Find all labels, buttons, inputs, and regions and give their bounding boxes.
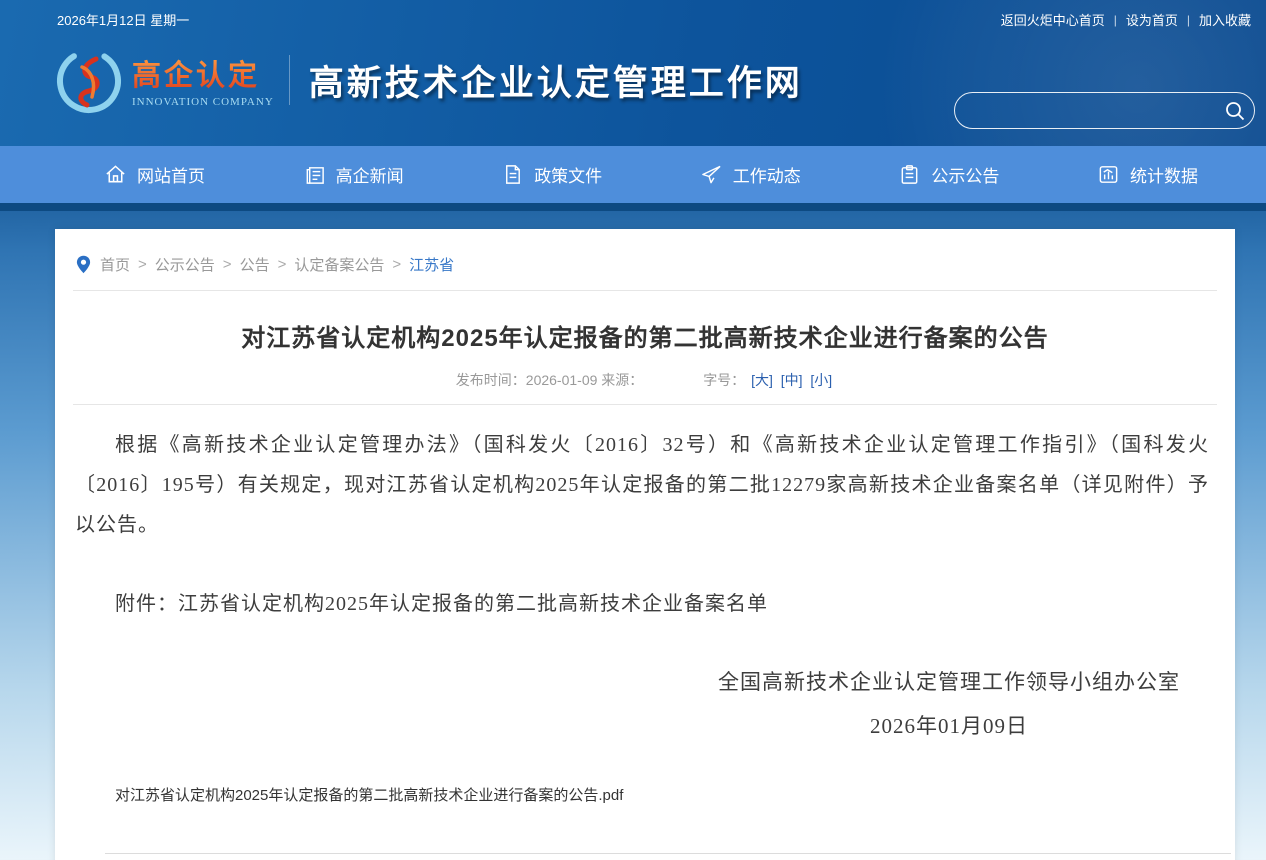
logo-icon bbox=[52, 43, 126, 117]
top-links: 返回火炬中心首页 | 设为首页 | 加入收藏 bbox=[1001, 10, 1251, 29]
home-icon bbox=[104, 163, 127, 186]
attachment-line: 附件：江苏省认定机构2025年认定报备的第二批高新技术企业备案名单 bbox=[75, 587, 1215, 616]
breadcrumb-notices[interactable]: 公告 bbox=[240, 254, 270, 275]
font-size-large-button[interactable]: [大] bbox=[751, 372, 773, 388]
top-bar: 2026年1月12日 星期一 返回火炬中心首页 | 设为首页 | 加入收藏 bbox=[0, 0, 1266, 29]
publish-date: 2026-01-09 bbox=[526, 372, 598, 388]
nav-item-statistics[interactable]: 统计数据 bbox=[1097, 162, 1198, 187]
breadcrumb: 首页 > 公示公告 > 公告 > 认定备案公告 > 江苏省 bbox=[55, 229, 1235, 290]
site-header: 2026年1月12日 星期一 返回火炬中心首页 | 设为首页 | 加入收藏 高企… bbox=[0, 0, 1266, 146]
main-nav: 网站首页 高企新闻 政策文件 工作动态 公示公告 bbox=[0, 146, 1266, 203]
header-main: 高企认定 INNOVATION COMPANY 高新技术企业认定管理工作网 bbox=[0, 29, 1266, 131]
breadcrumb-announcements[interactable]: 公示公告 bbox=[155, 254, 215, 275]
top-link-separator: | bbox=[1114, 13, 1117, 27]
search-icon bbox=[1223, 99, 1247, 123]
nav-item-updates[interactable]: 工作动态 bbox=[700, 162, 801, 187]
logo-text-en: INNOVATION COMPANY bbox=[132, 96, 274, 108]
news-icon bbox=[303, 163, 326, 186]
breadcrumb-separator: > bbox=[278, 256, 287, 273]
nav-item-label: 公示公告 bbox=[931, 162, 999, 187]
breadcrumb-separator: > bbox=[392, 256, 401, 273]
nav-item-label: 政策文件 bbox=[534, 162, 602, 187]
font-size-medium-button[interactable]: [中] bbox=[781, 372, 803, 388]
paper-plane-icon bbox=[700, 163, 723, 186]
nav-item-label: 工作动态 bbox=[733, 162, 801, 187]
location-pin-icon bbox=[76, 255, 91, 275]
signature-office: 全国高新技术企业认定管理工作领导小组办公室 bbox=[718, 666, 1180, 696]
link-torch-home[interactable]: 返回火炬中心首页 bbox=[1001, 10, 1105, 29]
site-title: 高新技术企业认定管理工作网 bbox=[309, 55, 803, 106]
link-set-homepage[interactable]: 设为首页 bbox=[1126, 10, 1178, 29]
publish-time-label: 发布时间： bbox=[456, 372, 526, 388]
meta-divider bbox=[73, 404, 1217, 405]
article-panel: 首页 > 公示公告 > 公告 > 认定备案公告 > 江苏省 对江苏省认定机构20… bbox=[55, 229, 1235, 860]
document-icon bbox=[501, 163, 524, 186]
nav-item-label: 高企新闻 bbox=[336, 162, 404, 187]
logo-texts: 高企认定 INNOVATION COMPANY bbox=[132, 52, 274, 108]
breadcrumb-current-jiangsu[interactable]: 江苏省 bbox=[409, 254, 454, 275]
article-meta: 发布时间：2026-01-09 来源： 字号： [大] [中] [小] bbox=[55, 370, 1235, 390]
current-date: 2026年1月12日 星期一 bbox=[57, 10, 189, 29]
font-size-label: 字号： bbox=[703, 372, 745, 388]
nav-item-home[interactable]: 网站首页 bbox=[104, 162, 205, 187]
search-button[interactable] bbox=[1216, 93, 1254, 128]
bottom-divider bbox=[105, 853, 1231, 854]
source-label: 来源： bbox=[601, 372, 643, 388]
breadcrumb-separator: > bbox=[223, 256, 232, 273]
article-body-paragraph: 根据《高新技术企业认定管理办法》（国科发火〔2016〕32号）和《高新技术企业认… bbox=[75, 425, 1209, 545]
nav-item-label: 统计数据 bbox=[1130, 162, 1198, 187]
nav-item-news[interactable]: 高企新闻 bbox=[303, 162, 404, 187]
bar-chart-icon bbox=[1097, 163, 1120, 186]
pdf-attachment-link[interactable]: 对江苏省认定机构2025年认定报备的第二批高新技术企业进行备案的公告.pdf bbox=[115, 784, 623, 805]
top-link-separator: | bbox=[1187, 13, 1190, 27]
site-logo[interactable]: 高企认定 INNOVATION COMPANY bbox=[52, 43, 274, 117]
search-box bbox=[954, 92, 1255, 129]
clipboard-icon bbox=[898, 163, 921, 186]
logo-text-cn: 高企认定 bbox=[132, 52, 274, 94]
nav-item-announcements[interactable]: 公示公告 bbox=[898, 162, 999, 187]
font-size-small-button[interactable]: [小] bbox=[810, 372, 832, 388]
breadcrumb-divider bbox=[73, 290, 1217, 291]
content-wrap: 首页 > 公示公告 > 公告 > 认定备案公告 > 江苏省 对江苏省认定机构20… bbox=[0, 211, 1266, 860]
search-input[interactable] bbox=[955, 103, 1216, 119]
signature-block: 全国高新技术企业认定管理工作领导小组办公室 2026年01月09日 bbox=[55, 666, 1235, 740]
signature-date: 2026年01月09日 bbox=[718, 710, 1180, 740]
article-title: 对江苏省认定机构2025年认定报备的第二批高新技术企业进行备案的公告 bbox=[95, 318, 1195, 353]
logo-divider bbox=[289, 55, 290, 105]
breadcrumb-filing-notices[interactable]: 认定备案公告 bbox=[294, 254, 384, 275]
nav-item-policy[interactable]: 政策文件 bbox=[501, 162, 602, 187]
breadcrumb-separator: > bbox=[138, 256, 147, 273]
breadcrumb-home[interactable]: 首页 bbox=[100, 254, 130, 275]
link-add-favorite[interactable]: 加入收藏 bbox=[1199, 10, 1251, 29]
nav-bottom-strip bbox=[0, 203, 1266, 211]
nav-item-label: 网站首页 bbox=[137, 162, 205, 187]
